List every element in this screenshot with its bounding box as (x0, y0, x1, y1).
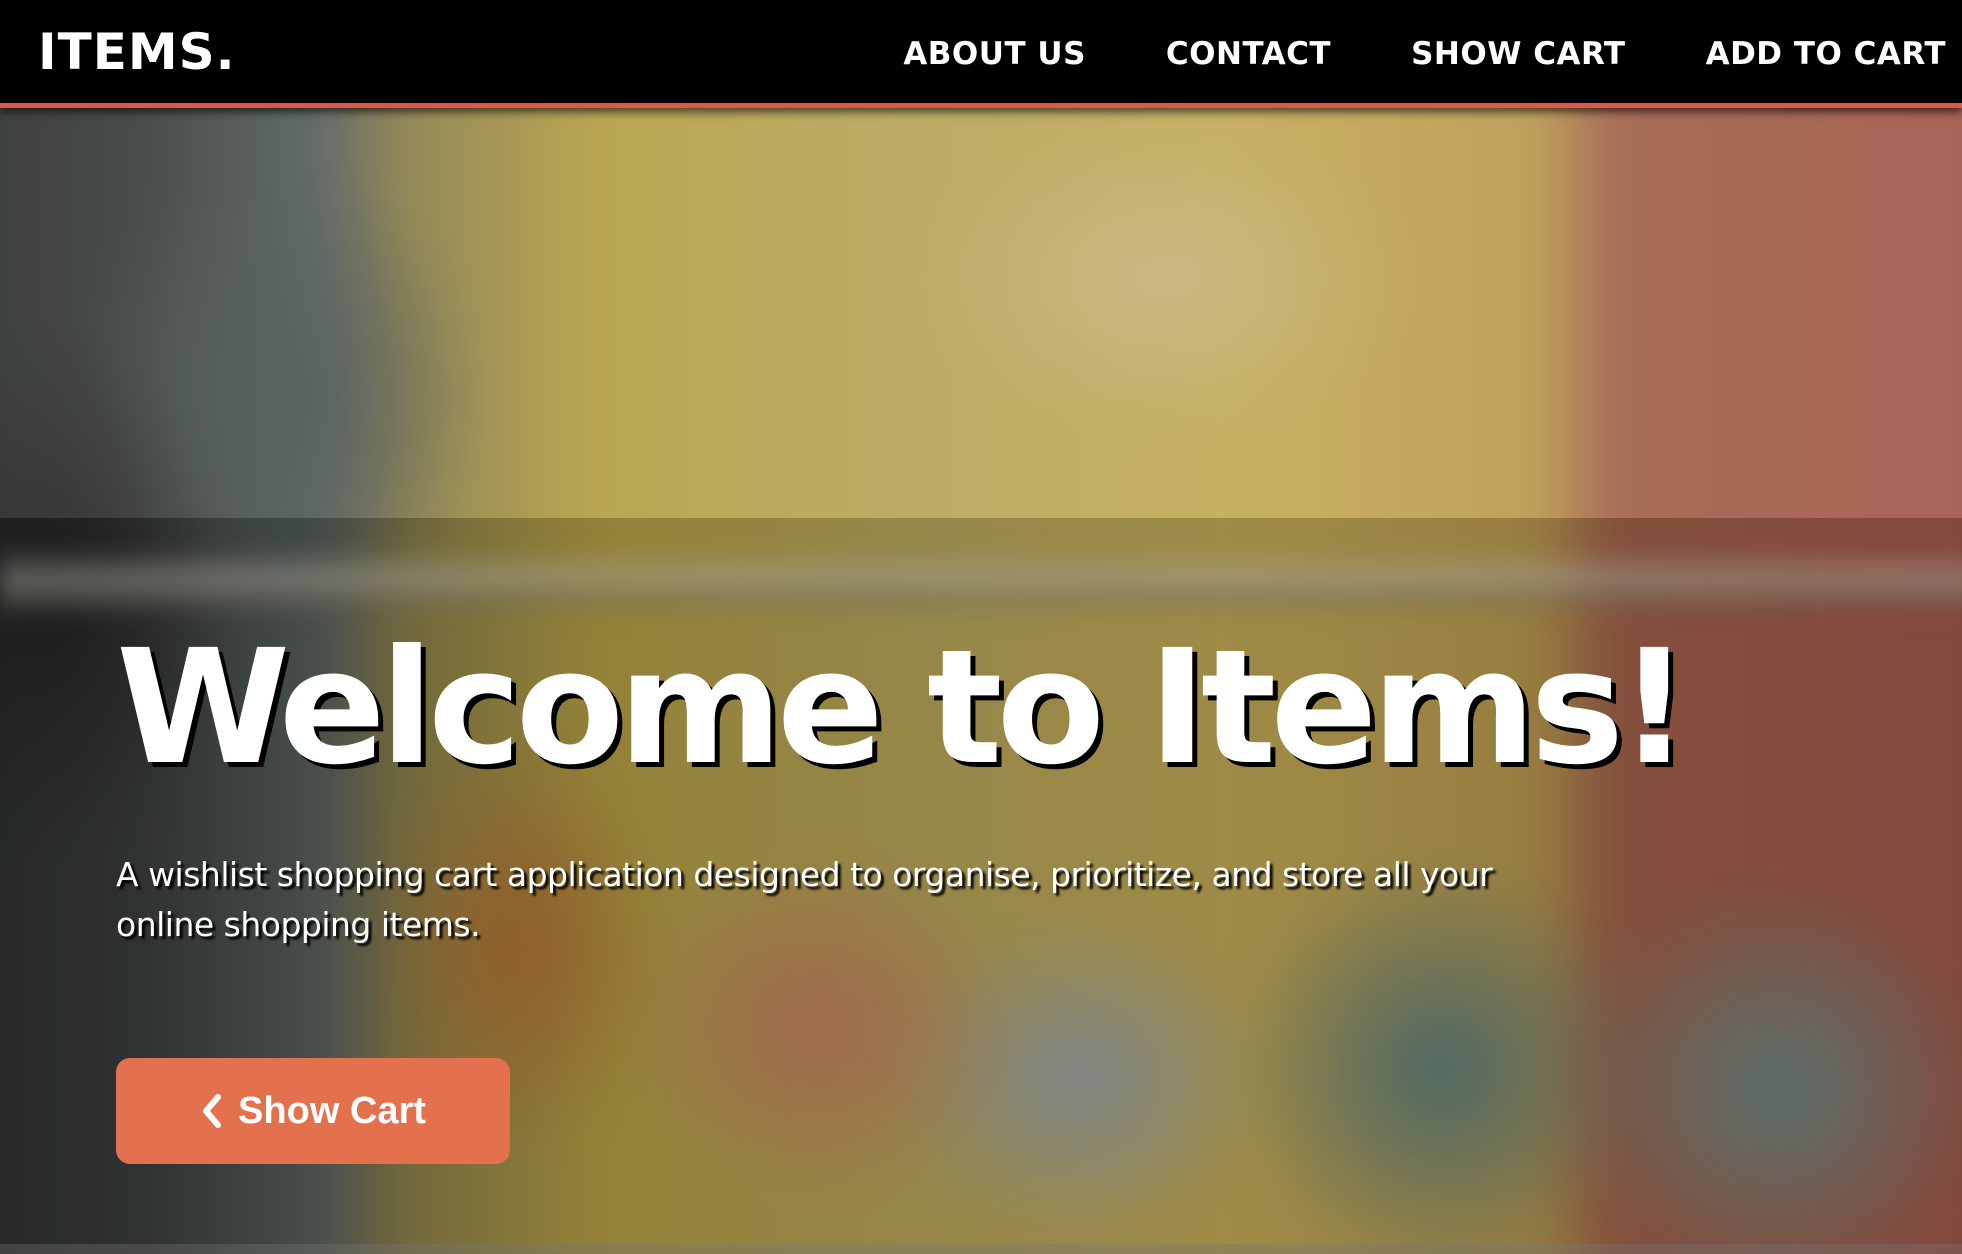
nav-link-show-cart[interactable]: SHOW CART (1411, 36, 1625, 72)
nav-link-contact[interactable]: CONTACT (1166, 36, 1331, 72)
hero-content: Welcome to Items! A wishlist shopping ca… (116, 108, 1716, 1254)
hero-subtitle: A wishlist shopping cart application des… (116, 855, 1493, 944)
page: ITEMS. ABOUT US CONTACT SHOW CART ADD TO… (0, 0, 1962, 1254)
nav-link-about-us[interactable]: ABOUT US (903, 36, 1086, 72)
hero-title: Welcome to Items! (116, 616, 1690, 800)
navbar: ITEMS. ABOUT US CONTACT SHOW CART ADD TO… (0, 0, 1962, 108)
nav-link-add-to-cart[interactable]: ADD TO CART (1706, 36, 1946, 72)
chevron-left-icon (200, 1091, 224, 1131)
nav-links: ABOUT US CONTACT SHOW CART ADD TO CART (903, 0, 1946, 108)
show-cart-button[interactable]: Show Cart (116, 1058, 510, 1164)
brand-logo[interactable]: ITEMS. (38, 22, 236, 82)
show-cart-button-label: Show Cart (238, 1090, 426, 1132)
navbar-accent-line (0, 103, 1962, 108)
